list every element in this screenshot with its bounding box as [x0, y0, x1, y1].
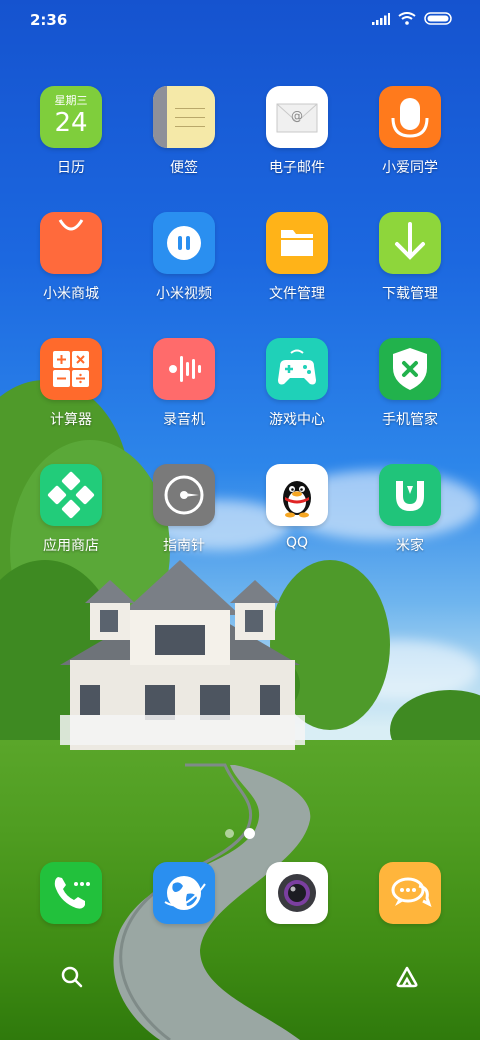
camera-icon — [266, 862, 328, 924]
video-icon — [153, 212, 215, 274]
bottom-bar — [0, 960, 480, 992]
app-label: 电子邮件 — [269, 160, 325, 176]
app-file-manager[interactable]: 文件管理 — [241, 212, 353, 303]
app-store-icon — [40, 464, 102, 526]
dock-browser[interactable] — [128, 862, 240, 924]
email-icon: @ — [266, 86, 328, 148]
phone-icon — [40, 862, 102, 924]
page-dot[interactable] — [225, 829, 234, 838]
recorder-icon — [153, 338, 215, 400]
gamepad-icon — [266, 338, 328, 400]
app-game-center[interactable]: 游戏中心 — [241, 338, 353, 429]
qq-penguin-icon — [266, 464, 328, 526]
dock-messages[interactable] — [354, 862, 466, 924]
app-label: 日历 — [57, 160, 85, 176]
svg-text:@: @ — [291, 109, 303, 123]
notes-icon — [153, 86, 215, 148]
app-label: 文件管理 — [269, 286, 325, 302]
security-shield-icon — [379, 338, 441, 400]
folder-icon — [266, 212, 328, 274]
app-label: 应用商店 — [43, 538, 99, 554]
app-compass[interactable]: 指南针 — [128, 464, 240, 555]
assistant-icon — [379, 86, 441, 148]
app-notes[interactable]: 便签 — [128, 86, 240, 177]
battery-icon — [424, 12, 452, 25]
dock-phone[interactable] — [15, 862, 127, 924]
app-label: 计算器 — [50, 412, 92, 428]
app-label: 手机管家 — [382, 412, 438, 428]
clock: 2:36 — [30, 11, 68, 29]
app-label: 指南针 — [163, 538, 205, 554]
app-download-manager[interactable]: 下载管理 — [354, 212, 466, 303]
status-bar: 2:36 — [0, 0, 480, 40]
app-label: 小爱同学 — [382, 160, 438, 176]
signal-icon — [372, 12, 390, 25]
browser-globe-icon — [153, 862, 215, 924]
mijia-icon — [379, 464, 441, 526]
app-calendar[interactable]: 星期三 24 日历 — [15, 86, 127, 177]
wifi-icon — [398, 12, 416, 25]
calendar-day: 24 — [54, 108, 88, 138]
messages-icon — [379, 862, 441, 924]
dock-camera[interactable] — [241, 862, 353, 924]
app-app-store[interactable]: 应用商店 — [15, 464, 127, 555]
app-security[interactable]: 手机管家 — [354, 338, 466, 429]
app-mi-mall[interactable]: 小米商城 — [15, 212, 127, 303]
app-label: 小米商城 — [43, 286, 99, 302]
search-icon[interactable] — [60, 965, 84, 989]
calculator-icon — [40, 338, 102, 400]
app-assistant[interactable]: 小爱同学 — [354, 86, 466, 177]
app-vault-icon[interactable] — [394, 965, 420, 989]
app-label: 小米视频 — [156, 286, 212, 302]
calendar-weekday: 星期三 — [54, 94, 88, 107]
app-label: 便签 — [170, 160, 198, 176]
app-label: 下载管理 — [382, 286, 438, 302]
app-label: QQ — [285, 535, 309, 551]
app-label: 录音机 — [163, 412, 205, 428]
app-mijia[interactable]: 米家 — [354, 464, 466, 555]
download-icon — [379, 212, 441, 274]
app-recorder[interactable]: 录音机 — [128, 338, 240, 429]
page-dot-active[interactable] — [244, 828, 255, 839]
calendar-icon: 星期三 24 — [40, 86, 102, 148]
app-label: 游戏中心 — [269, 412, 325, 428]
app-email[interactable]: @ 电子邮件 — [241, 86, 353, 177]
app-qq[interactable]: QQ — [241, 464, 353, 551]
compass-icon — [153, 464, 215, 526]
app-calculator[interactable]: 计算器 — [15, 338, 127, 429]
shopping-bag-icon — [40, 212, 102, 274]
app-label: 米家 — [396, 538, 424, 554]
page-indicator[interactable] — [0, 828, 480, 839]
app-mi-video[interactable]: 小米视频 — [128, 212, 240, 303]
